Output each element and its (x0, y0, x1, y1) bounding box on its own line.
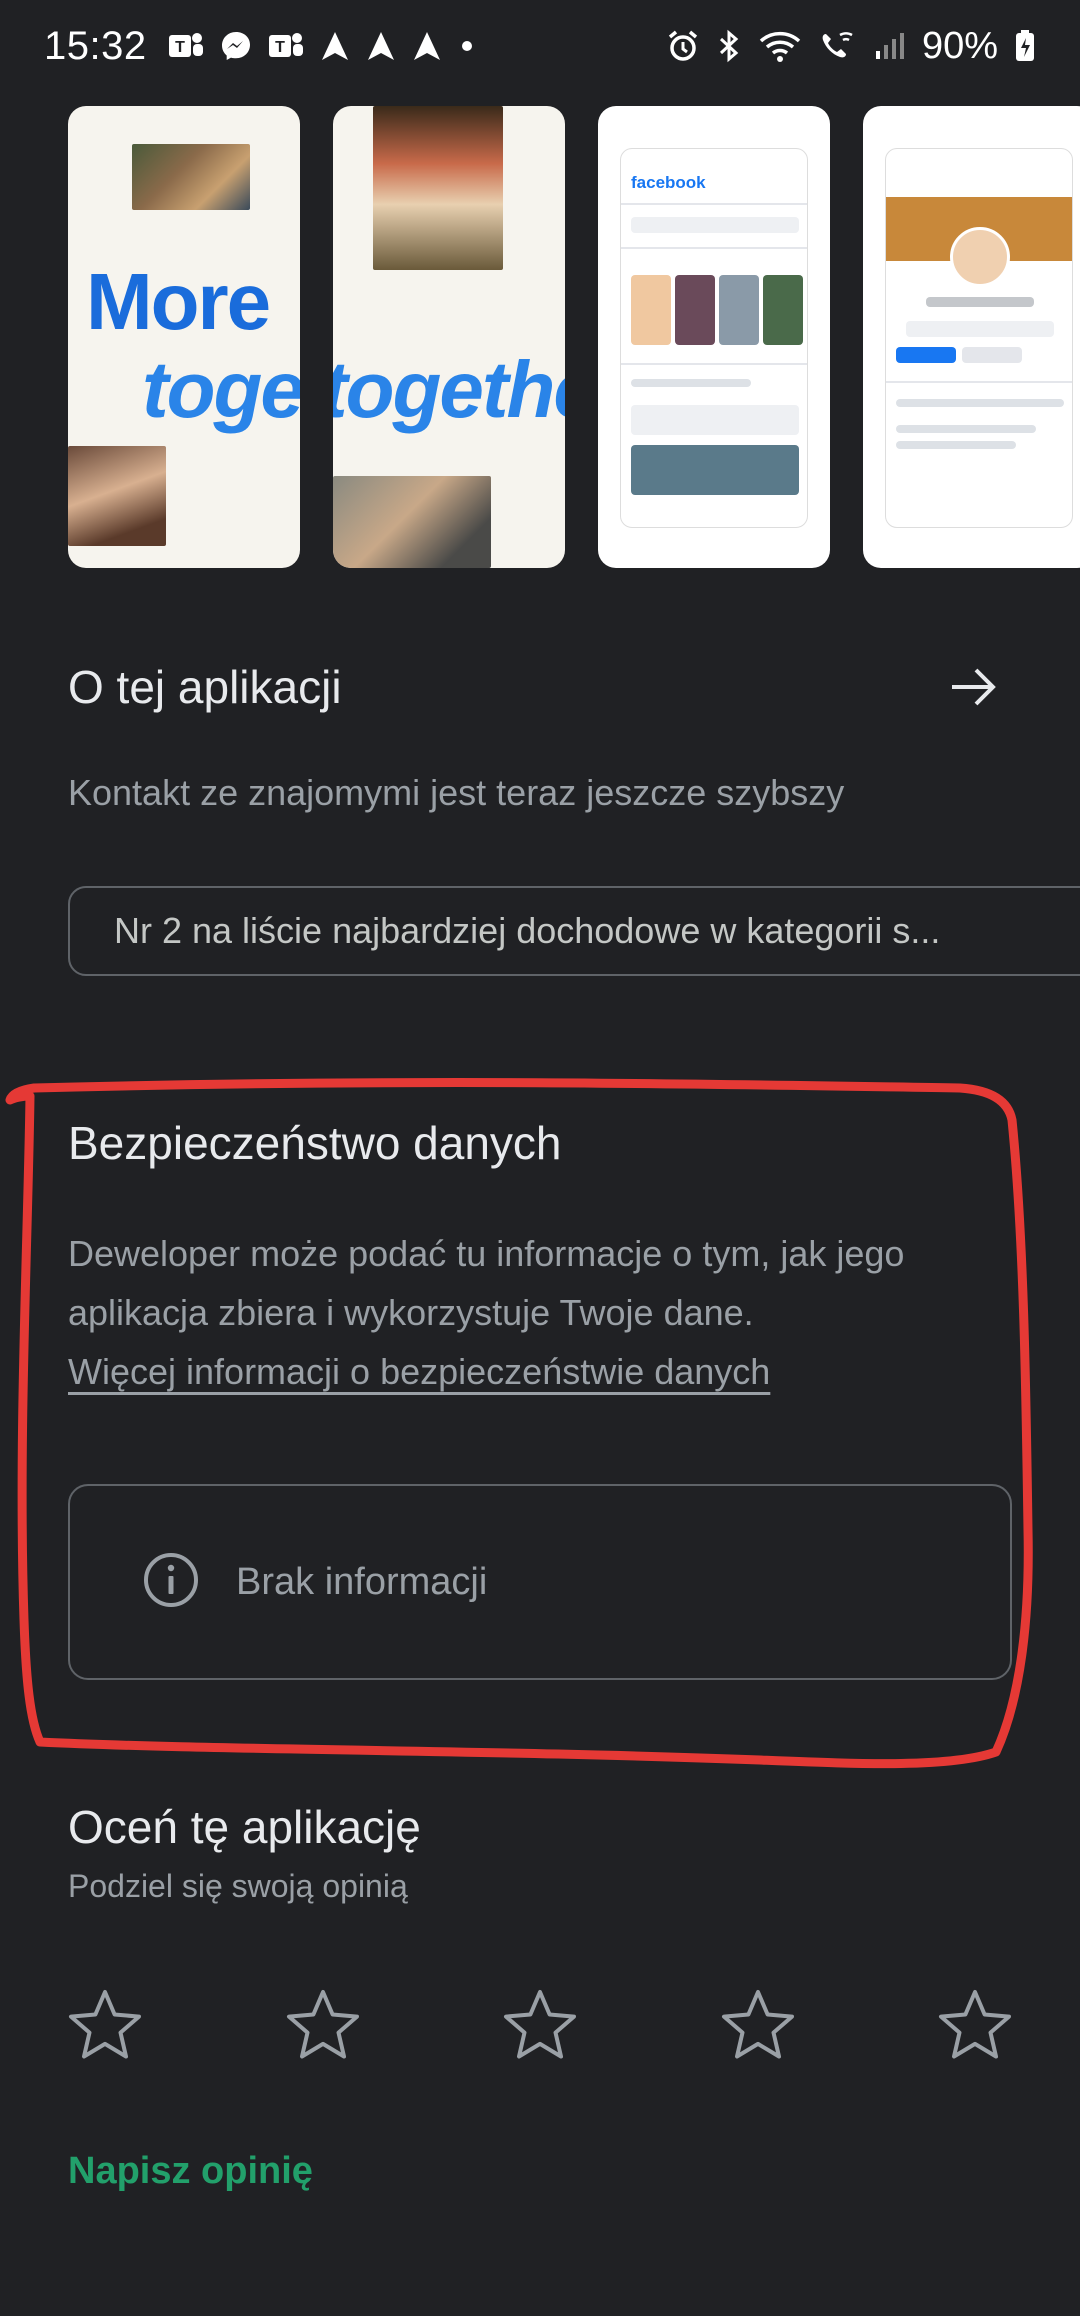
navigation-icon (411, 29, 443, 63)
status-time: 15:32 (44, 23, 147, 68)
photo-family (68, 446, 166, 546)
dot-icon (457, 29, 477, 63)
photo-dancer (373, 106, 503, 270)
status-bar: 15:32 T T 90% (0, 0, 1080, 92)
screenshot-2[interactable]: together. (333, 106, 565, 568)
phone-feed-mockup: facebook (620, 148, 808, 528)
signal-icon (874, 29, 906, 63)
no-info-label: Brak informacji (236, 1560, 488, 1603)
screenshot-1[interactable]: More together. (68, 106, 300, 568)
info-icon (142, 1551, 200, 1614)
system-icons: 90% (666, 25, 1036, 68)
together-text-continued: together. (333, 345, 565, 434)
data-safety-box: Brak informacji (68, 1484, 1012, 1680)
navigation-icon (365, 29, 397, 63)
together-text: together. (142, 345, 300, 434)
star-2-icon[interactable] (278, 1980, 368, 2070)
rating-stars (60, 1980, 1020, 2070)
battery-percentage: 90% (921, 24, 998, 67)
phone-profile-mockup (885, 148, 1073, 528)
screenshot-4[interactable] (863, 106, 1080, 568)
rate-subtitle: Podziel się swoją opinią (68, 1868, 408, 1904)
write-review-button[interactable]: Napisz opinię (68, 2150, 313, 2193)
data-safety-text: Deweloper może podać tu informacje o tym… (68, 1233, 905, 1333)
ranking-chip[interactable]: Nr 2 na liście najbardziej dochodowe w k… (68, 886, 1080, 976)
notification-icons: T T (167, 29, 477, 63)
svg-text:T: T (275, 39, 285, 56)
star-1-icon[interactable] (60, 1980, 150, 2070)
facebook-logo: facebook (631, 173, 706, 192)
ranking-chip-label: Nr 2 na liście najbardziej dochodowe w k… (114, 910, 941, 951)
wifi-icon (758, 29, 802, 63)
photo-friends (132, 144, 250, 210)
teams-icon: T (167, 29, 205, 63)
rate-title: Oceń tę aplikację (68, 1801, 421, 1853)
data-safety-description: Deweloper może podać tu informacje o tym… (68, 1224, 1008, 1401)
battery-icon (1014, 29, 1036, 63)
arrow-right-icon[interactable] (946, 660, 1000, 714)
wifi-calling-icon (818, 29, 858, 63)
about-title[interactable]: O tej aplikacji (68, 660, 342, 714)
star-5-icon[interactable] (930, 1980, 1020, 2070)
screenshot-carousel[interactable]: More together. together. facebook (68, 106, 1080, 568)
teams-icon: T (267, 29, 305, 63)
data-safety-learn-more-link[interactable]: Więcej informacji o bezpieczeństwie dany… (68, 1351, 770, 1392)
photo-woman (333, 476, 491, 568)
alarm-icon (666, 29, 700, 63)
data-safety-title: Bezpieczeństwo danych (68, 1117, 562, 1169)
screenshot-3[interactable]: facebook (598, 106, 830, 568)
about-description: Kontakt ze znajomymi jest teraz jeszcze … (68, 772, 845, 813)
bluetooth-icon (716, 29, 742, 63)
star-3-icon[interactable] (495, 1980, 585, 2070)
more-text: More (86, 257, 271, 346)
messenger-icon (219, 29, 253, 63)
svg-text:T: T (175, 39, 185, 56)
star-4-icon[interactable] (713, 1980, 803, 2070)
navigation-icon (319, 29, 351, 63)
